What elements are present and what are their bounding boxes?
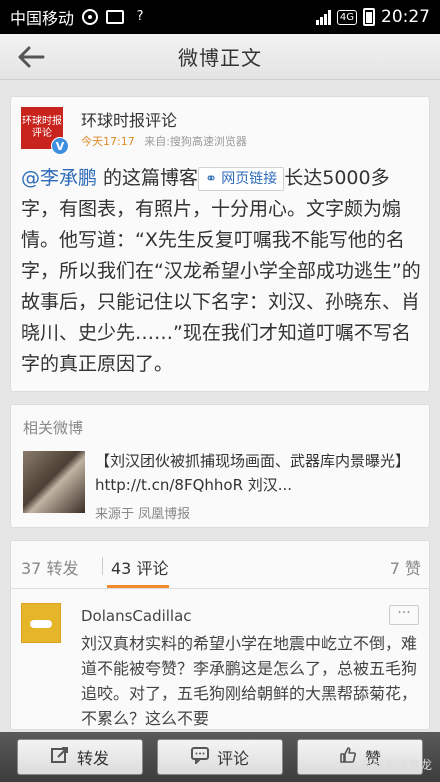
avatar-text-top: 环球时报 — [22, 116, 62, 127]
comment-more-button[interactable]: ··· — [389, 605, 419, 625]
image-notification-icon — [106, 10, 125, 24]
post-text-part1: 的这篇博客 — [97, 167, 199, 189]
author-avatar[interactable]: 环球时报 评论 V — [21, 107, 69, 155]
tab-comments[interactable]: 43 评论 — [111, 555, 168, 579]
back-arrow-icon[interactable] — [14, 42, 48, 72]
battery-icon — [363, 8, 375, 26]
active-tab-indicator — [107, 585, 169, 588]
web-link-button[interactable]: ⚭ 网页链接 — [198, 166, 285, 191]
post-source: 来自:搜狗高速浏览器 — [144, 135, 247, 148]
repost-icon — [50, 746, 69, 768]
comment-text: 刘汉真材实料的希望小学在地震中屹立不倒，难道不能被夸赞？李承鹏这是怎么了，总被五… — [81, 634, 418, 728]
repost-button[interactable]: 转发 — [17, 739, 143, 775]
thumbs-up-icon — [339, 746, 357, 768]
wifi-icon: ? — [136, 9, 144, 24]
comment-icon — [190, 746, 209, 768]
related-weibo[interactable]: 相关微博 【刘汉团伙被抓捕现场画面、武器库内景曝光】http://t.cn/8F… — [10, 404, 430, 528]
signal-icon — [315, 9, 331, 25]
commenter-name[interactable]: DolansCadillac — [81, 607, 192, 625]
page-title: 微博正文 — [178, 46, 262, 70]
watermark: @成都凤舞龙 — [359, 758, 432, 772]
gps-icon — [82, 9, 99, 25]
post-meta: 今天17:17 来自:搜狗高速浏览器 — [81, 133, 247, 149]
comment-button[interactable]: 评论 — [157, 739, 283, 775]
related-label: 相关微博 — [23, 419, 84, 437]
status-bar: 中国移动 ? 4G 20:27 — [0, 0, 440, 34]
comments-section: 37 转发 43 评论 7 赞 DolansCadillac ··· 刘汉真材实… — [10, 540, 431, 730]
post-time: 今天17:17 — [81, 135, 135, 148]
post-text-part2: 长达5000多字，有图表，有照片，十分用心。文字颇为煽情。他写道：“X先生反复叮… — [21, 167, 421, 375]
related-source: 来源于 凤凰博报 — [95, 507, 191, 522]
title-bar: 微博正文 — [0, 34, 440, 80]
verified-badge-icon: V — [51, 137, 69, 155]
related-title: 【刘汉团伙被抓捕现场画面、武器库内景曝光】http://t.cn/8FQhhoR… — [95, 452, 411, 494]
post-body: @李承鹏 的这篇博客 ⚭ 网页链接 长达5000多字，有图表，有照片，十分用心。文字… — [21, 163, 423, 380]
related-thumbnail — [23, 451, 85, 513]
weibo-post: 环球时报 评论 V 环球时报评论 今天17:17 来自:搜狗高速浏览器 @李承鹏… — [10, 96, 430, 392]
tab-reposts[interactable]: 37 转发 — [21, 555, 78, 579]
mention-link[interactable]: @李承鹏 — [21, 167, 97, 189]
network-type: 4G — [336, 9, 357, 25]
web-link-label: 网页链接 — [221, 170, 278, 187]
comment-tabs: 37 转发 43 评论 7 赞 — [11, 541, 431, 589]
clock: 20:27 — [381, 7, 430, 27]
author-name[interactable]: 环球时报评论 — [81, 107, 177, 131]
carrier-label: 中国移动 — [10, 9, 75, 28]
commenter-avatar[interactable] — [21, 603, 61, 643]
tab-likes[interactable]: 7 赞 — [390, 555, 421, 579]
link-icon: ⚭ — [205, 170, 222, 187]
repost-label: 转发 — [76, 749, 109, 768]
avatar-text-bottom: 评论 — [32, 128, 52, 139]
tab-divider — [102, 557, 103, 575]
comment-label: 评论 — [216, 749, 249, 768]
